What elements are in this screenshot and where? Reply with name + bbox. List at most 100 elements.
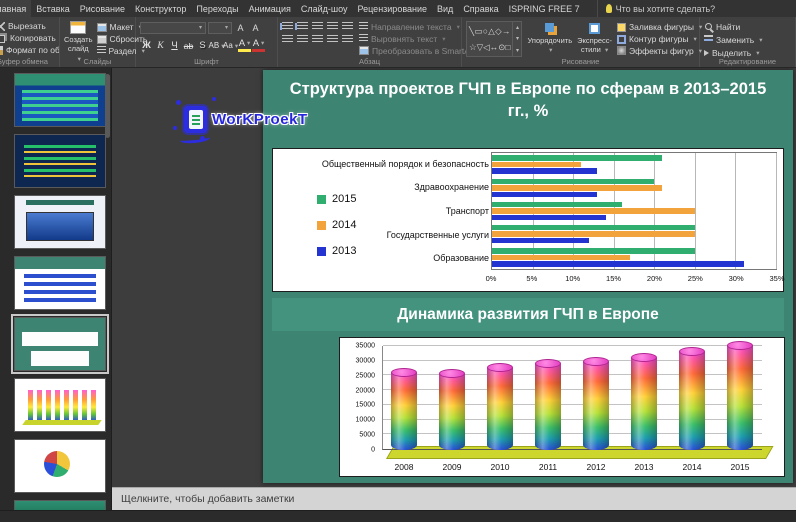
axis-tick-label: 5000: [359, 431, 375, 439]
category-label: Образование: [433, 253, 489, 264]
shrink-font-button[interactable]: А: [249, 22, 262, 34]
slide-thumbnail-6[interactable]: [14, 378, 106, 432]
ribbon-tab-7[interactable]: Слайд-шоу: [296, 0, 353, 17]
ribbon-tab-9[interactable]: Вид: [432, 0, 458, 17]
shape-icon[interactable]: →: [502, 27, 511, 36]
change-case-button[interactable]: Аа: [223, 39, 237, 53]
highlight-color-button[interactable]: А: [238, 39, 251, 52]
slide-thumbnail-5-selected[interactable]: [11, 314, 109, 374]
new-slide-button[interactable]: Создать слайд: [64, 20, 93, 56]
bar-2013: [492, 191, 598, 198]
slide-thumbnail-8[interactable]: [14, 500, 106, 510]
ribbon-tab-1[interactable]: Главная: [0, 0, 32, 17]
justify-icon[interactable]: [327, 35, 338, 44]
quick-styles-button[interactable]: Экспресс-стили: [577, 20, 612, 56]
replace-button[interactable]: Заменить: [704, 33, 791, 46]
shape-icon[interactable]: ↔: [490, 43, 499, 52]
category-label: Государственные услуги: [386, 229, 489, 240]
ribbon-tab-11[interactable]: ISPRING FREE 7: [504, 0, 585, 17]
copy-button[interactable]: Копировать: [0, 32, 56, 44]
shape-fill-button[interactable]: Заливка фигуры: [617, 22, 702, 33]
slide-thumbnail-4[interactable]: [14, 256, 106, 310]
slide-thumbnail-3[interactable]: [14, 195, 106, 249]
align-right-icon[interactable]: [312, 35, 323, 44]
increase-indent-icon[interactable]: [327, 22, 338, 31]
tell-me-search[interactable]: Что вы хотите сделать?: [596, 0, 715, 17]
notes-pane[interactable]: Щелкните, чтобы добавить заметки: [112, 487, 796, 510]
underline-button[interactable]: Ч: [168, 39, 181, 53]
format-painter-button[interactable]: Формат по образцу: [0, 44, 59, 56]
shape-effects-button[interactable]: Эффекты фигур: [617, 45, 702, 56]
line-spacing-icon[interactable]: [342, 22, 353, 31]
shape-icon[interactable]: ▭: [474, 27, 482, 36]
cylinder-bar-2012: [583, 357, 609, 450]
character-spacing-button[interactable]: АВ: [209, 39, 223, 53]
grow-font-button[interactable]: А: [234, 22, 247, 34]
slide-thumbnail-7[interactable]: [14, 439, 106, 493]
slide-title[interactable]: Структура проектов ГЧП в Европе по сфера…: [283, 78, 773, 123]
cylinder-body: [631, 357, 657, 450]
decrease-indent-icon[interactable]: [312, 22, 323, 31]
align-center-icon[interactable]: [297, 35, 308, 44]
shapes-gallery[interactable]: ╲ ▭ ○ △ ◇ → ☆ ▽ ◁ ↔ ⊙ □ ▴ ▾ ▾: [466, 21, 523, 57]
slide-thumbnail-2[interactable]: [14, 134, 106, 188]
editing-canvas[interactable]: Структура проектов ГЧП в Европе по сфера…: [112, 68, 796, 487]
decoration-squiggle: [179, 133, 211, 145]
arrange-button[interactable]: Упорядочить: [527, 20, 572, 56]
bullets-icon[interactable]: [282, 22, 293, 31]
cylinder-bar-2009: [439, 369, 465, 450]
new-slide-icon: [70, 21, 87, 34]
bar-2015: [492, 155, 663, 161]
shape-icon[interactable]: ╲: [469, 27, 474, 36]
columns-icon[interactable]: [342, 35, 353, 44]
axis-tick-label: 25%: [687, 274, 703, 283]
bar-2014: [492, 161, 582, 168]
font-size-select[interactable]: ▾: [208, 21, 232, 34]
gallery-scroll[interactable]: ▴ ▾ ▾: [512, 22, 521, 56]
italic-button[interactable]: К: [154, 39, 167, 53]
slide-thumbnail-1[interactable]: [14, 73, 106, 127]
shape-icon[interactable]: ○: [483, 27, 488, 36]
ribbon-tab-8[interactable]: Рецензирование: [353, 0, 433, 17]
cut-button[interactable]: Вырезать: [0, 20, 55, 32]
gridline: [776, 153, 777, 269]
ribbon-tab-2[interactable]: Вставка: [31, 0, 74, 17]
axis-tick-label: 2015: [730, 462, 750, 472]
font-name-select[interactable]: ▾: [140, 21, 206, 34]
shape-outline-button[interactable]: Контур фигуры: [617, 34, 702, 45]
font-color-button[interactable]: А: [252, 39, 265, 52]
shape-icon[interactable]: □: [505, 43, 510, 52]
shape-icon[interactable]: ⊙: [498, 43, 505, 52]
format-painter-icon: [0, 45, 3, 55]
thumbnail-scrollbar[interactable]: [105, 74, 110, 138]
strikethrough-button[interactable]: ab: [182, 39, 195, 53]
bold-button[interactable]: Ж: [140, 39, 153, 53]
ribbon-tab-5[interactable]: Переходы: [191, 0, 243, 17]
ribbon-tab-3[interactable]: Рисование: [75, 0, 130, 17]
smartart-label: Преобразовать в SmartArt: [372, 45, 476, 56]
find-icon: [705, 23, 712, 30]
ribbon-group-editing: Найти Заменить Выделить Редактирование: [700, 17, 796, 67]
axis-tick-label: 2010: [490, 462, 510, 472]
ribbon-group-font: ▾ ▾ А А Ж К Ч ab S АВ Аа А А Шрифт: [136, 17, 278, 67]
slide-subtitle-band[interactable]: Динамика развития ГЧП в Европе: [272, 298, 784, 331]
bar-2013: [492, 214, 606, 221]
shape-icon[interactable]: ◇: [495, 27, 502, 36]
ribbon: Вырезать Копировать Формат по образцу Бу…: [0, 17, 796, 68]
ribbon-tab-10[interactable]: Справка: [458, 0, 503, 17]
axis-tick-label: 30000: [355, 357, 375, 365]
shape-icon[interactable]: ☆: [469, 43, 477, 52]
numbering-icon[interactable]: [297, 22, 308, 31]
arrange-icon: [545, 23, 555, 32]
ribbon-tab-4[interactable]: Конструктор: [130, 0, 191, 17]
ribbon-group-paragraph: Направление текста Выровнять текст Преоб…: [278, 17, 475, 67]
quick-styles-icon: [589, 23, 601, 34]
text-shadow-button[interactable]: S: [196, 39, 209, 53]
find-button[interactable]: Найти: [704, 20, 791, 33]
bar-chart[interactable]: 2015 2014 2013 Общественный порядок и безо…: [272, 148, 785, 292]
cylinder-chart[interactable]: 0 5000 10000 15000 20000 25000 30000 35000 2008…: [339, 337, 785, 477]
shape-icon[interactable]: △: [488, 27, 495, 36]
ribbon-tab-6[interactable]: Анимация: [244, 0, 296, 17]
current-slide[interactable]: Структура проектов ГЧП в Европе по сфера…: [263, 70, 793, 483]
align-left-icon[interactable]: [282, 35, 293, 44]
